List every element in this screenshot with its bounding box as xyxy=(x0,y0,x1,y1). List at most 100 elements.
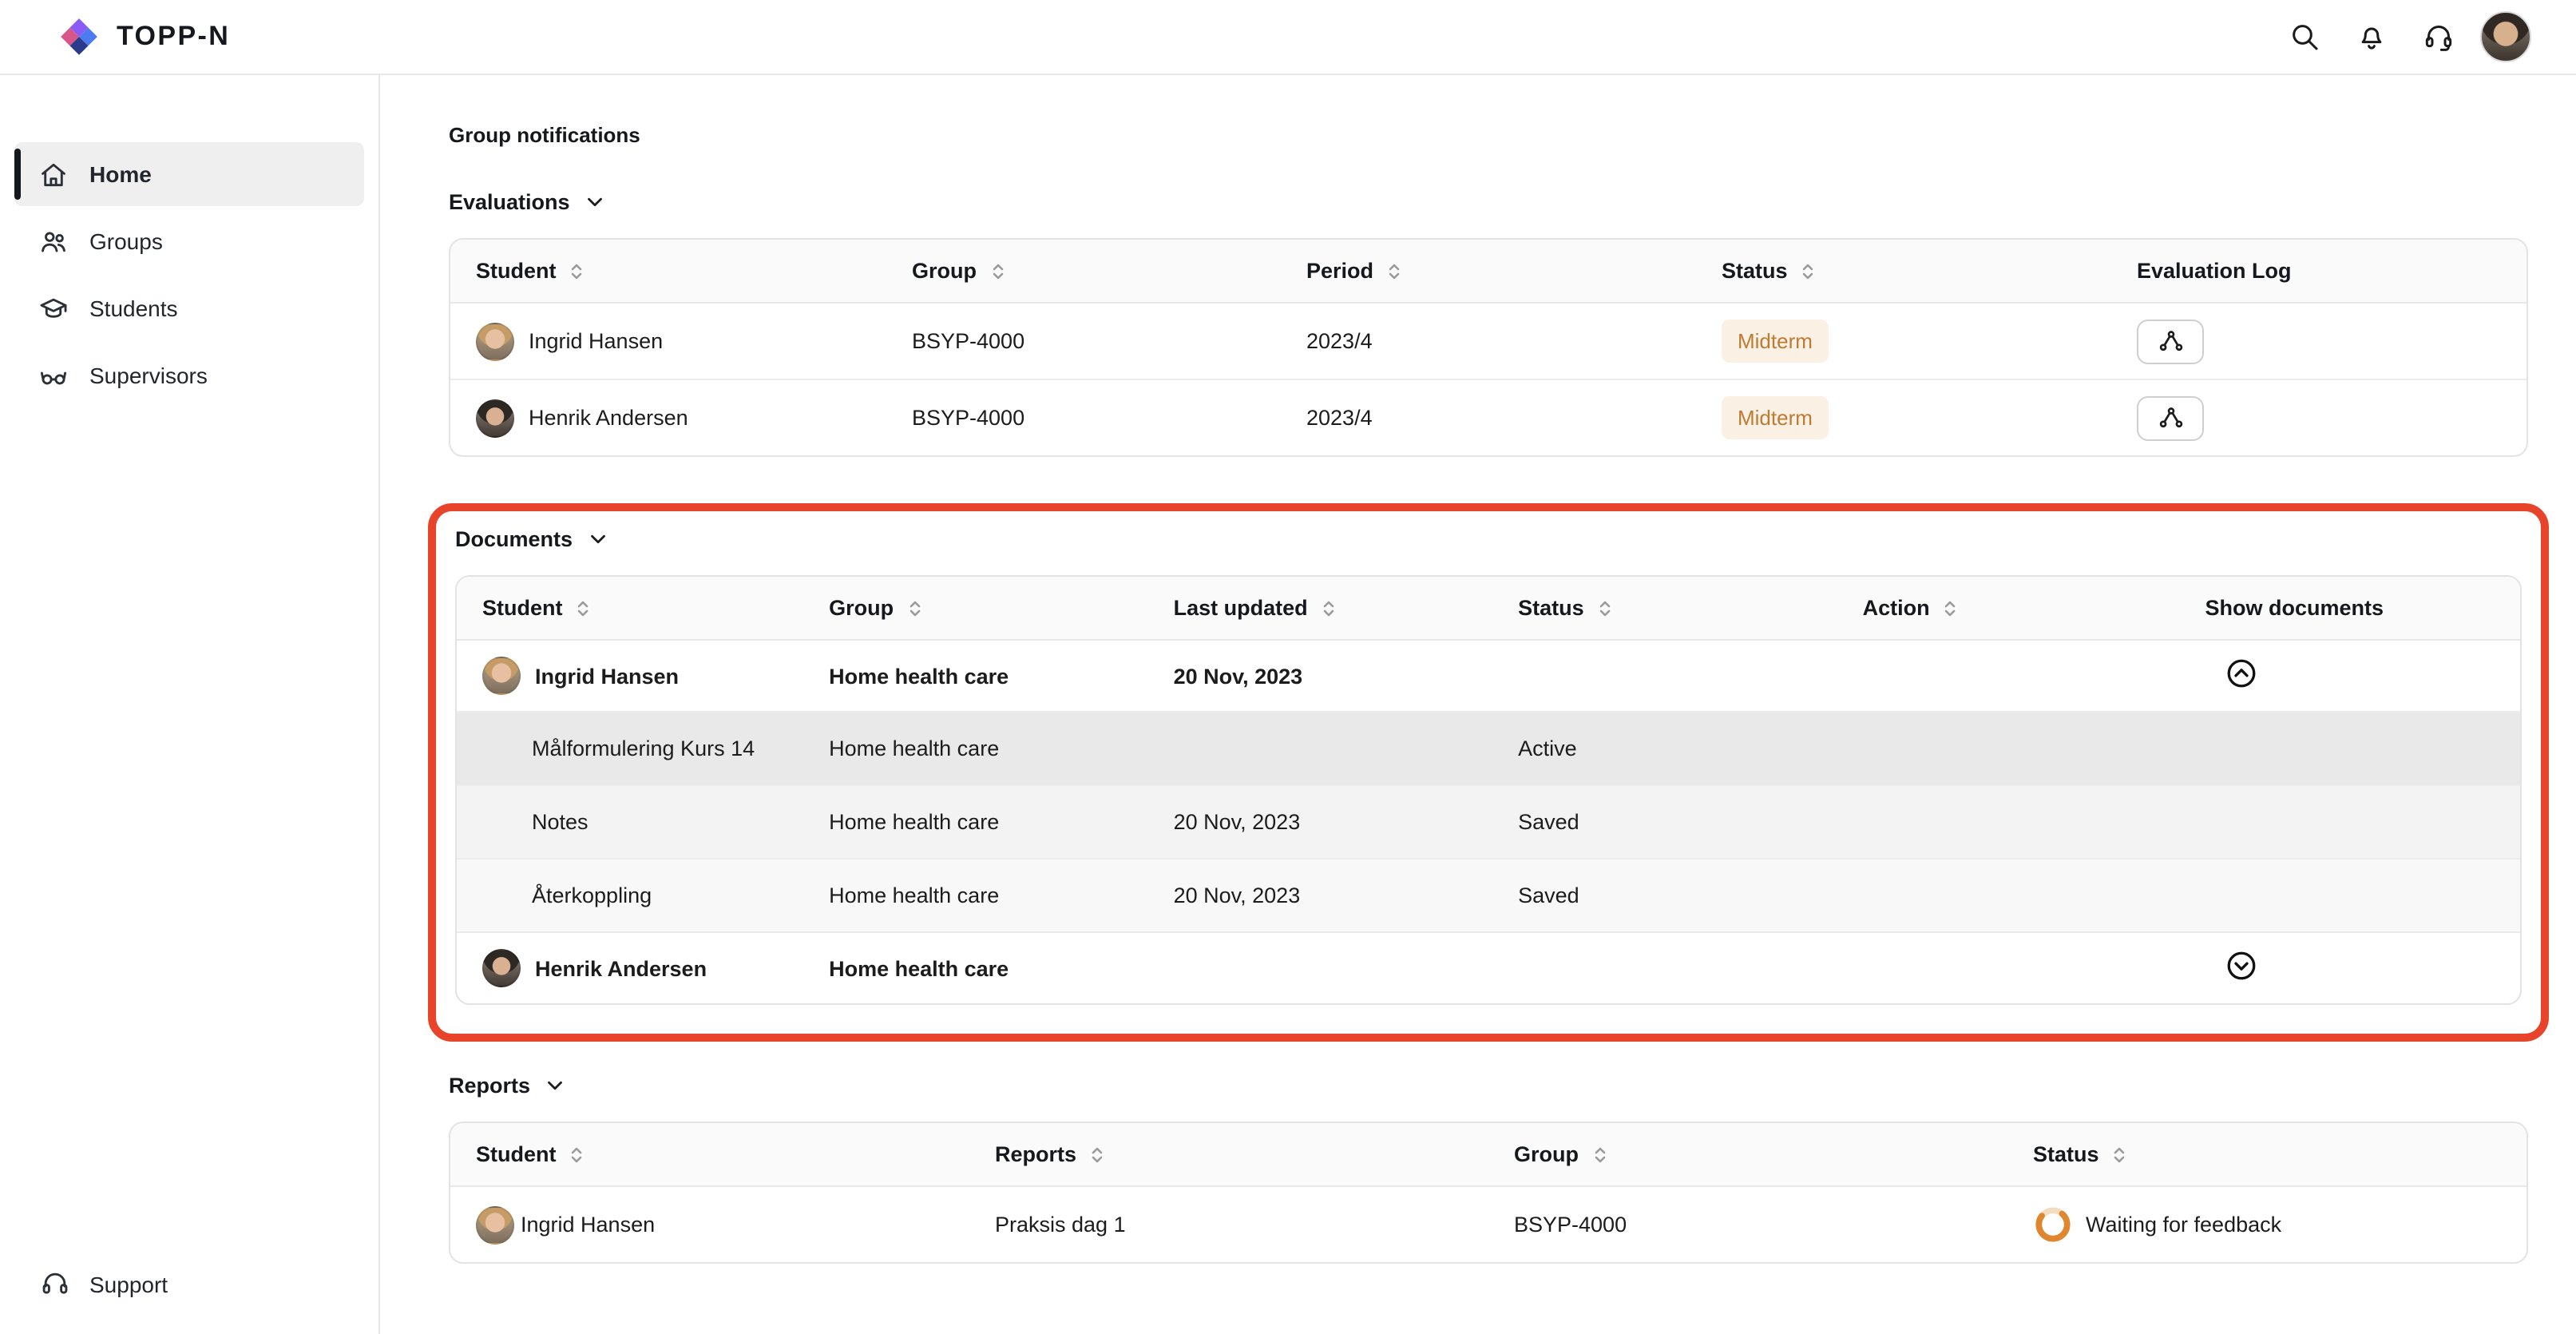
notifications-button[interactable] xyxy=(2346,11,2397,62)
sort-icon xyxy=(568,261,587,280)
support-chat-button[interactable] xyxy=(2413,11,2464,62)
sort-icon xyxy=(1319,598,1338,617)
sidebar-item-supervisors[interactable]: Supervisors xyxy=(14,343,364,407)
reports-table: Student Reports Group Status Ingrid Hans… xyxy=(449,1122,2528,1264)
evaluation-log-button[interactable] xyxy=(2137,395,2204,440)
period-cell: 2023/4 xyxy=(1281,303,1696,379)
table-header-row: Student Group Period Status Evaluation L… xyxy=(450,240,2526,303)
group-cell: Home health care xyxy=(803,712,1148,785)
sort-icon xyxy=(568,1145,587,1164)
group-cell: Home health care xyxy=(803,859,1148,932)
highlight-outline: Documents Student Group Last updated xyxy=(428,503,2549,1042)
graduation-cap-icon xyxy=(38,293,69,324)
last-updated-cell: 20 Nov, 2023 xyxy=(1148,859,1493,932)
search-button[interactable] xyxy=(2279,11,2330,62)
column-header-student[interactable]: Student xyxy=(450,1123,969,1186)
table-header-row: Student Group Last updated Status Action… xyxy=(457,577,2520,640)
table-row: Ingrid Hansen Praksis dag 1 BSYP-4000 Wa… xyxy=(450,1186,2526,1262)
column-header-reports[interactable]: Reports xyxy=(969,1123,1488,1186)
group-cell: Home health care xyxy=(803,785,1148,859)
sort-icon xyxy=(2110,1145,2130,1164)
reports-collapse-toggle[interactable] xyxy=(543,1074,567,1098)
table-row: Henrik Andersen BSYP-4000 2023/4 Midterm xyxy=(450,379,2526,455)
sidebar-item-label: Groups xyxy=(89,228,163,254)
document-name: Målformulering Kurs 14 xyxy=(482,736,755,760)
documents-table: Student Group Last updated Status Action… xyxy=(455,575,2522,1005)
sort-icon xyxy=(1941,598,1960,617)
column-header-student[interactable]: Student xyxy=(457,577,803,640)
evaluation-log-icon xyxy=(2157,328,2184,355)
sort-icon xyxy=(574,598,593,617)
evaluation-log-button[interactable] xyxy=(2137,319,2204,363)
section-title-documents: Documents xyxy=(455,527,573,551)
column-header-status[interactable]: Status xyxy=(2007,1123,2526,1186)
table-row: Ingrid Hansen BSYP-4000 2023/4 Midterm xyxy=(450,303,2526,379)
student-name: Ingrid Hansen xyxy=(529,329,663,353)
action-cell xyxy=(1837,712,2180,785)
evaluation-log-icon xyxy=(2157,404,2184,431)
header-actions xyxy=(2279,11,2531,62)
sort-icon xyxy=(1088,1145,1107,1164)
group-cell: BSYP-4000 xyxy=(886,303,1281,379)
status-cell: Saved xyxy=(1492,785,1837,859)
avatar xyxy=(476,322,514,360)
sort-icon xyxy=(1799,261,1818,280)
column-header-action[interactable]: Action xyxy=(1837,577,2180,640)
sort-icon xyxy=(1595,598,1615,617)
sort-icon xyxy=(1590,1145,1609,1164)
action-cell xyxy=(1837,932,2180,1003)
sort-icon xyxy=(905,598,924,617)
home-icon xyxy=(38,159,69,189)
evaluations-collapse-toggle[interactable] xyxy=(583,190,607,214)
sidebar-item-label: Home xyxy=(89,161,152,187)
column-header-evaluation-log: Evaluation Log xyxy=(2111,240,2526,303)
column-header-group[interactable]: Group xyxy=(1488,1123,2007,1186)
status-badge: Midterm xyxy=(1722,396,1829,439)
chevron-down-icon xyxy=(583,190,607,214)
sidebar-item-label: Students xyxy=(89,296,178,321)
column-header-period[interactable]: Period xyxy=(1281,240,1696,303)
support-headset-icon xyxy=(2423,21,2455,53)
brand-logo-icon xyxy=(57,15,101,58)
action-cell xyxy=(1837,859,2180,932)
sidebar-item-label: Supervisors xyxy=(89,363,208,388)
table-row: Återkoppling Home health care 20 Nov, 20… xyxy=(457,859,2520,932)
group-cell: Home health care xyxy=(803,640,1148,712)
student-name: Henrik Andersen xyxy=(535,956,707,980)
collapse-documents-button[interactable] xyxy=(2225,657,2258,690)
status-cell: Active xyxy=(1492,712,1837,785)
chevron-down-icon xyxy=(585,527,609,551)
column-header-group[interactable]: Group xyxy=(803,577,1148,640)
column-header-student[interactable]: Student xyxy=(450,240,886,303)
column-header-last-updated[interactable]: Last updated xyxy=(1148,577,1493,640)
sidebar-item-groups[interactable]: Groups xyxy=(14,209,364,273)
support-label: Support xyxy=(89,1271,168,1296)
expand-documents-button[interactable] xyxy=(2225,949,2258,983)
column-header-status[interactable]: Status xyxy=(1492,577,1837,640)
section-documents: Documents Student Group Last updated xyxy=(455,527,2522,1005)
main-content: Group notifications Evaluations Student … xyxy=(380,75,2576,1334)
sidebar-item-students[interactable]: Students xyxy=(14,276,364,340)
glasses-icon xyxy=(38,360,69,391)
status-text: Waiting for feedback xyxy=(2086,1213,2281,1237)
column-header-status[interactable]: Status xyxy=(1696,240,2111,303)
avatar xyxy=(482,949,521,987)
period-cell: 2023/4 xyxy=(1281,379,1696,455)
documents-collapse-toggle[interactable] xyxy=(585,527,609,551)
status-cell xyxy=(1492,640,1837,712)
sidebar-nav: Home Groups Students Supervisors xyxy=(0,142,378,407)
column-header-group[interactable]: Group xyxy=(886,240,1281,303)
group-cell: BSYP-4000 xyxy=(1488,1186,2007,1262)
page-title: Group notifications xyxy=(449,123,2528,147)
brand-name: TOPP-N xyxy=(117,21,230,53)
sidebar-support[interactable]: Support xyxy=(40,1268,168,1299)
user-avatar[interactable] xyxy=(2480,11,2531,62)
avatar xyxy=(482,657,521,695)
sort-icon xyxy=(988,261,1007,280)
column-header-show-documents: Show documents xyxy=(2180,577,2520,640)
app-root: TOPP-N Home Groups xyxy=(0,0,2576,1334)
waiting-spinner-icon xyxy=(2033,1205,2073,1245)
document-name: Notes xyxy=(482,810,589,834)
circle-arrow-down-icon xyxy=(2225,949,2258,983)
sidebar-item-home[interactable]: Home xyxy=(14,142,364,206)
